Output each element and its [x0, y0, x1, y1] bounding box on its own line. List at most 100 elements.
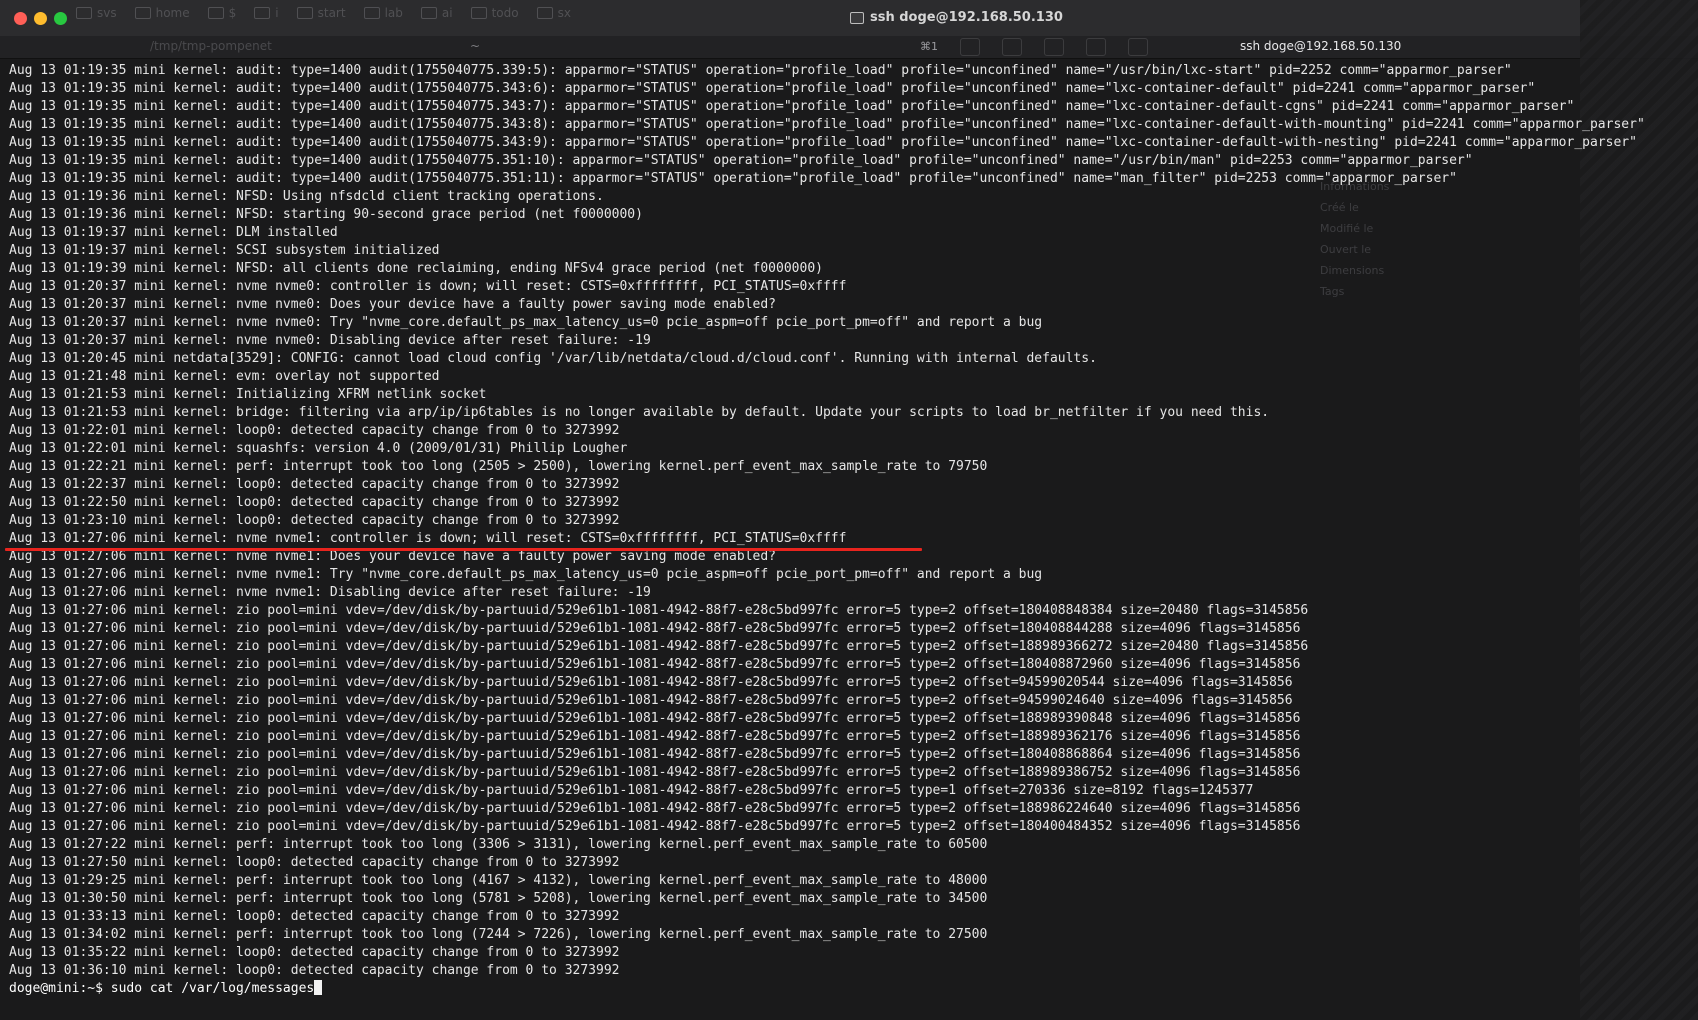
log-line: Aug 13 01:19:35 mini kernel: audit: type… [9, 63, 1512, 78]
bookmark-label: sx [557, 6, 571, 20]
terminal-output[interactable]: Aug 13 01:19:35 mini kernel: audit: type… [0, 62, 1690, 1012]
bookmark-label: svs [97, 6, 117, 20]
log-line: Aug 13 01:29:25 mini kernel: perf: inter… [9, 873, 988, 888]
tab-bar: /tmp/tmp-pompenet ~ ⌘1 ssh doge@192.168.… [0, 36, 1698, 59]
log-line: Aug 13 01:20:37 mini kernel: nvme nvme0:… [9, 297, 777, 312]
log-line: Aug 13 01:19:36 mini kernel: NFSD: Using… [9, 189, 604, 204]
log-line: Aug 13 01:30:50 mini kernel: perf: inter… [9, 891, 988, 906]
log-line: Aug 13 01:19:35 mini kernel: audit: type… [9, 117, 1645, 132]
bookmark-label: $ [228, 6, 237, 20]
log-line: Aug 13 01:19:35 mini kernel: audit: type… [9, 171, 1457, 186]
log-line: Aug 13 01:20:45 mini netdata[3529]: CONF… [9, 351, 1097, 366]
more-icon[interactable] [1128, 38, 1148, 56]
log-line: Aug 13 01:27:06 mini kernel: zio pool=mi… [9, 675, 1293, 690]
log-line: Aug 13 01:19:35 mini kernel: audit: type… [9, 153, 1473, 168]
folder-icon [470, 7, 487, 19]
bookmark-label: start [317, 6, 346, 20]
tab-cwd-label: /tmp/tmp-pompenet [150, 39, 272, 53]
log-line: Aug 13 01:19:35 mini kernel: audit: type… [9, 99, 1575, 114]
log-line: Aug 13 01:27:22 mini kernel: perf: inter… [9, 837, 988, 852]
log-line: Aug 13 01:27:06 mini kernel: zio pool=mi… [9, 621, 1301, 636]
log-line: Aug 13 01:22:01 mini kernel: squashfs: v… [9, 441, 628, 456]
log-output: Aug 13 01:19:35 mini kernel: audit: type… [9, 62, 1690, 980]
log-line: Aug 13 01:34:02 mini kernel: perf: inter… [9, 927, 988, 942]
sidebar-icon[interactable] [960, 38, 980, 56]
log-line: Aug 13 01:21:53 mini kernel: Initializin… [9, 387, 487, 402]
prompt-command: sudo cat /var/log/messages [110, 981, 315, 996]
log-line: Aug 13 01:27:06 mini kernel: zio pool=mi… [9, 639, 1309, 654]
bookmark-label: todo [491, 6, 519, 20]
bookmark-item[interactable]: $ [207, 6, 237, 20]
log-line: Aug 13 01:22:01 mini kernel: loop0: dete… [9, 423, 620, 438]
log-line: Aug 13 01:27:06 mini kernel: zio pool=mi… [9, 747, 1301, 762]
bookmark-item[interactable]: start [296, 6, 346, 20]
bookmark-label: i [275, 6, 279, 20]
log-line: Aug 13 01:22:50 mini kernel: loop0: dete… [9, 495, 620, 510]
bookmarks-bar: svs home $ i start lab ai todo sx [76, 6, 571, 20]
log-line: Aug 13 01:22:37 mini kernel: loop0: dete… [9, 477, 620, 492]
log-line: Aug 13 01:27:06 mini kernel: nvme nvme1:… [9, 567, 1043, 582]
tab-shortcut-label: ⌘1 [920, 40, 938, 53]
log-line: Aug 13 01:27:06 mini kernel: zio pool=mi… [9, 819, 1301, 834]
log-line: Aug 13 01:23:10 mini kernel: loop0: dete… [9, 513, 620, 528]
terminal-window: svs home $ i start lab ai todo sx ssh doge@192.1… [0, 0, 1698, 1020]
title-bar[interactable]: svs home $ i start lab ai todo sx ssh doge@192.1… [0, 0, 1698, 37]
log-line: Aug 13 01:36:10 mini kernel: loop0: dete… [9, 963, 620, 978]
bookmark-item[interactable]: home [134, 6, 190, 20]
log-line: Aug 13 01:19:35 mini kernel: audit: type… [9, 135, 1637, 150]
log-line: Aug 13 01:27:06 mini kernel: zio pool=mi… [9, 765, 1301, 780]
log-line: Aug 13 01:27:06 mini kernel: zio pool=mi… [9, 783, 1254, 798]
bookmark-item[interactable]: lab [363, 6, 403, 20]
minimize-window-button[interactable] [34, 12, 47, 25]
log-line: Aug 13 01:27:06 mini kernel: zio pool=mi… [9, 801, 1301, 816]
log-line: Aug 13 01:19:37 mini kernel: DLM install… [9, 225, 338, 240]
folder-icon [363, 7, 380, 19]
log-line: Aug 13 01:27:06 mini kernel: zio pool=mi… [9, 657, 1301, 672]
window-title-text: ssh doge@192.168.50.130 [870, 10, 1063, 25]
log-line: Aug 13 01:19:39 mini kernel: NFSD: all c… [9, 261, 823, 276]
log-line: Aug 13 01:20:37 mini kernel: nvme nvme0:… [9, 315, 1043, 330]
log-line: Aug 13 01:27:06 mini kernel: nvme nvme1:… [9, 531, 847, 546]
log-line: Aug 13 01:20:37 mini kernel: nvme nvme0:… [9, 333, 651, 348]
log-line: Aug 13 01:19:36 mini kernel: NFSD: start… [9, 207, 643, 222]
log-line: Aug 13 01:21:53 mini kernel: bridge: fil… [9, 405, 1270, 420]
log-line: Aug 13 01:27:06 mini kernel: zio pool=mi… [9, 711, 1301, 726]
maximize-window-button[interactable] [54, 12, 67, 25]
prompt-user-host: doge@mini:~$ [9, 981, 103, 996]
folder-icon [76, 7, 92, 19]
text-cursor [314, 980, 323, 995]
grid-icon[interactable] [1002, 38, 1022, 56]
log-line: Aug 13 01:21:48 mini kernel: evm: overla… [9, 369, 440, 384]
bookmark-label: home [155, 6, 190, 20]
tab-active[interactable]: ssh doge@192.168.50.130 [1240, 39, 1401, 53]
bookmark-label: lab [384, 6, 403, 20]
log-line: Aug 13 01:33:13 mini kernel: loop0: dete… [9, 909, 620, 924]
log-line: Aug 13 01:22:21 mini kernel: perf: inter… [9, 459, 988, 474]
bookmark-item[interactable]: todo [470, 6, 519, 20]
bookmark-item[interactable]: i [254, 6, 279, 20]
bookmark-item[interactable]: svs [76, 6, 117, 20]
folder-icon [536, 7, 553, 19]
share-icon[interactable] [1044, 38, 1064, 56]
bookmark-item[interactable]: sx [536, 6, 571, 20]
folder-icon [296, 7, 313, 19]
log-line: Aug 13 01:27:06 mini kernel: nvme nvme1:… [9, 585, 651, 600]
log-line: Aug 13 01:19:37 mini kernel: SCSI subsys… [9, 243, 440, 258]
close-window-button[interactable] [14, 12, 27, 25]
folder-icon [254, 7, 271, 19]
log-line: Aug 13 01:35:22 mini kernel: loop0: dete… [9, 945, 620, 960]
log-line: Aug 13 01:19:35 mini kernel: audit: type… [9, 81, 1536, 96]
log-line: Aug 13 01:27:50 mini kernel: loop0: dete… [9, 855, 620, 870]
log-line: Aug 13 01:27:06 mini kernel: zio pool=mi… [9, 693, 1293, 708]
bookmark-label: ai [441, 6, 453, 20]
prompt-line[interactable]: doge@mini:~$ sudo cat /var/log/messages [9, 980, 1690, 998]
log-line: Aug 13 01:20:37 mini kernel: nvme nvme0:… [9, 279, 847, 294]
terminal-icon [850, 11, 864, 24]
tag-icon[interactable] [1086, 38, 1106, 56]
folder-icon [134, 7, 151, 19]
toolbar-icons [960, 38, 1148, 56]
window-title: ssh doge@192.168.50.130 [850, 10, 1063, 25]
bookmark-item[interactable]: ai [420, 6, 453, 20]
folder-icon [207, 7, 224, 19]
log-line: Aug 13 01:27:06 mini kernel: zio pool=mi… [9, 603, 1309, 618]
